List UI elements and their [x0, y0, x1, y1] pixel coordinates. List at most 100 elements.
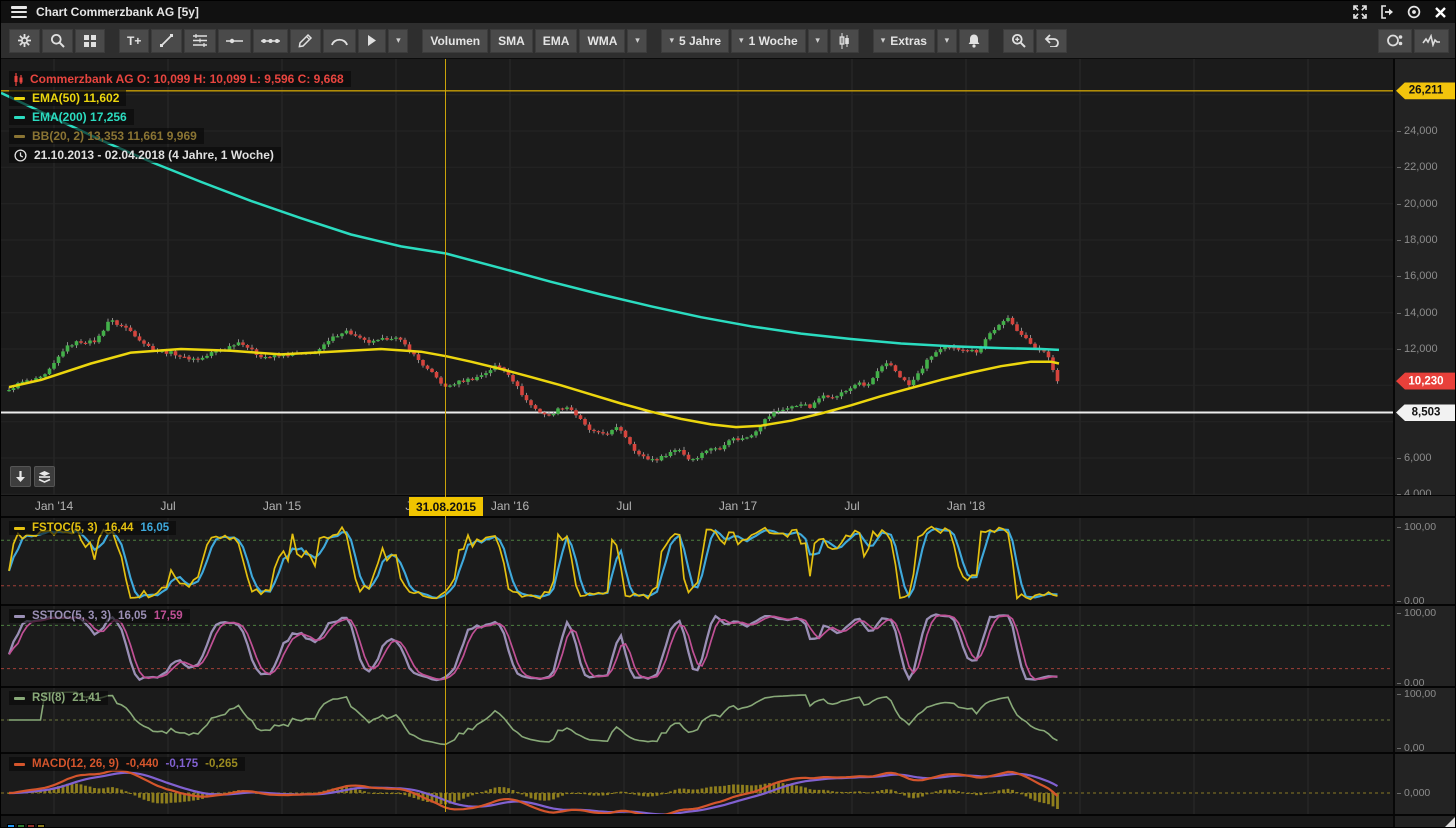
- ema-button[interactable]: EMA: [535, 29, 578, 53]
- cursor-icon[interactable]: [358, 29, 386, 53]
- macd-signal-value: -0,175: [166, 758, 199, 770]
- interval-caret-icon[interactable]: ▾: [808, 29, 828, 53]
- macd-panel[interactable]: MACD(12, 26, 9) -0,440 -0,175 -0,265 0,0…: [1, 752, 1456, 814]
- extras-caret-icon[interactable]: ▾: [937, 29, 957, 53]
- price-badge: 10,230: [1396, 373, 1456, 390]
- search-icon[interactable]: [42, 29, 73, 53]
- indicator-caret-icon[interactable]: ▾: [627, 29, 647, 53]
- rsi-chart[interactable]: [1, 688, 1393, 752]
- candle-type-icon[interactable]: [830, 29, 859, 53]
- legend-ohlc[interactable]: Commerzbank AG O: 10,099 H: 10,099 L: 9,…: [9, 71, 351, 87]
- fstoc-panel[interactable]: FSTOC(5, 3) 16,44 16,05 100,000,00: [1, 516, 1456, 604]
- legend-sstoc[interactable]: SSTOC(5, 3, 3) 16,05 17,59: [9, 609, 190, 623]
- panel-color-swatches[interactable]: [7, 819, 47, 828]
- price-badge: 26,211: [1396, 82, 1456, 99]
- main-chart-panel[interactable]: Commerzbank AG O: 10,099 H: 10,099 L: 9,…: [1, 59, 1456, 495]
- wma-button[interactable]: WMA: [579, 29, 625, 53]
- undo-icon[interactable]: [1036, 29, 1067, 53]
- fstoc-chart[interactable]: [1, 518, 1393, 604]
- dots-line-icon[interactable]: [253, 29, 288, 53]
- macd-hist-value: -0,265: [205, 758, 238, 770]
- fstoc-label: FSTOC(5, 3): [32, 522, 98, 534]
- legend-macd[interactable]: MACD(12, 26, 9) -0,440 -0,175 -0,265: [9, 757, 245, 771]
- x-axis-label: Jan '15: [263, 499, 301, 513]
- indicators-icon[interactable]: [1414, 29, 1449, 53]
- resize-grip[interactable]: [1444, 817, 1455, 828]
- x-axis-label: Jan '18: [947, 499, 985, 513]
- gear-icon[interactable]: [9, 29, 40, 53]
- price-axis[interactable]: 24,00022,00020,00018,00016,00014,00012,0…: [1393, 59, 1456, 495]
- time-axis-gutter: [1393, 496, 1456, 516]
- toolbar: T+ ▾ Volumen SMA EMA WMA ▾ ▾5 Jahre ▾1 W…: [1, 23, 1456, 59]
- footer-strip: [1, 814, 1456, 828]
- legend-rsi[interactable]: RSI(8) 21,41: [9, 691, 108, 705]
- price-badge: 8,503: [1396, 404, 1456, 421]
- x-axis-label: Jan '16: [491, 499, 529, 513]
- target-icon[interactable]: [1407, 5, 1421, 19]
- time-axis[interactable]: Jan '18JulJan '17JulJan '16JulJan '15Jul…: [1, 495, 1456, 516]
- swatch-blue[interactable]: [7, 824, 15, 828]
- indicator-axis-label: 100,00: [1404, 521, 1436, 533]
- sstoc-value-d: 17,59: [154, 610, 183, 622]
- x-axis-label: Jul: [160, 499, 175, 513]
- layers-button[interactable]: [34, 466, 55, 487]
- window-title: Chart Commerzbank AG [5y]: [36, 5, 199, 19]
- export-icon[interactable]: [1380, 5, 1394, 19]
- swatch-green[interactable]: [17, 824, 25, 828]
- volumen-button[interactable]: Volumen: [422, 29, 488, 53]
- text-tool-icon[interactable]: T+: [119, 29, 149, 53]
- sstoc-value-k: 16,05: [118, 610, 147, 622]
- arc-icon[interactable]: [323, 29, 356, 53]
- close-icon[interactable]: [1434, 6, 1447, 19]
- legend-ohlc-text: Commerzbank AG O: 10,099 H: 10,099 L: 9,…: [30, 72, 344, 86]
- extras-dropdown[interactable]: ▾Extras: [873, 29, 935, 53]
- macd-swatch: [14, 763, 25, 766]
- crosshair-line: [445, 59, 446, 812]
- title-bar: Chart Commerzbank AG [5y]: [1, 1, 1456, 23]
- layers-icon: [38, 470, 51, 483]
- candle-red-icon: [14, 73, 23, 86]
- x-axis-label: Jan '14: [35, 499, 73, 513]
- scroll-down-button[interactable]: [10, 466, 31, 487]
- bb-swatch: [14, 135, 25, 138]
- indicator-axis-label: 0,000: [1404, 787, 1430, 799]
- y-axis-label: 20,000: [1404, 198, 1438, 210]
- sstoc-label: SSTOC(5, 3, 3): [32, 610, 111, 622]
- fibonacci-icon[interactable]: [184, 29, 216, 53]
- rsi-panel[interactable]: RSI(8) 21,41 100,000,00: [1, 686, 1456, 752]
- grid-icon[interactable]: [75, 29, 105, 53]
- sstoc-swatch: [14, 615, 25, 618]
- sma-button[interactable]: SMA: [490, 29, 533, 53]
- objects-icon[interactable]: [1378, 29, 1412, 53]
- fstoc-value-d: 16,05: [140, 522, 169, 534]
- arrow-down-icon: [15, 471, 26, 483]
- interval-dropdown[interactable]: ▾1 Woche: [731, 29, 806, 53]
- drawing-tools-caret-icon[interactable]: ▾: [388, 29, 408, 53]
- legend-ema200[interactable]: EMA(200) 17,256: [9, 109, 134, 125]
- macd-value: -0,440: [126, 758, 159, 770]
- swatch-olive[interactable]: [37, 824, 45, 828]
- rsi-label: RSI(8): [32, 692, 65, 704]
- bell-icon[interactable]: [959, 29, 989, 53]
- menu-icon[interactable]: [11, 6, 27, 18]
- swatch-red[interactable]: [27, 824, 35, 828]
- zoom-in-icon[interactable]: [1003, 29, 1034, 53]
- y-axis-label: 22,000: [1404, 161, 1438, 173]
- y-axis-label: 16,000: [1404, 270, 1438, 282]
- pencil-icon[interactable]: [290, 29, 321, 53]
- legend-ema200-text: EMA(200) 17,256: [32, 110, 127, 124]
- candlestick-chart[interactable]: [1, 59, 1393, 495]
- expand-icon[interactable]: [1353, 5, 1367, 19]
- range-dropdown[interactable]: ▾5 Jahre: [661, 29, 729, 53]
- trendline-icon[interactable]: [151, 29, 182, 53]
- hline-dot-icon[interactable]: [218, 29, 251, 53]
- crosshair-date-badge: 31.08.2015: [409, 497, 483, 516]
- y-axis-label: 18,000: [1404, 234, 1438, 246]
- macd-label: MACD(12, 26, 9): [32, 758, 119, 770]
- legend-ema50[interactable]: EMA(50) 11,602: [9, 90, 126, 106]
- rsi-value: 21,41: [72, 692, 101, 704]
- legend-fstoc[interactable]: FSTOC(5, 3) 16,44 16,05: [9, 521, 176, 535]
- legend-bb[interactable]: BB(20, 2) 13,353 11,661 9,969: [9, 128, 204, 144]
- sstoc-chart[interactable]: [1, 606, 1393, 686]
- sstoc-panel[interactable]: SSTOC(5, 3, 3) 16,05 17,59 100,000,00: [1, 604, 1456, 686]
